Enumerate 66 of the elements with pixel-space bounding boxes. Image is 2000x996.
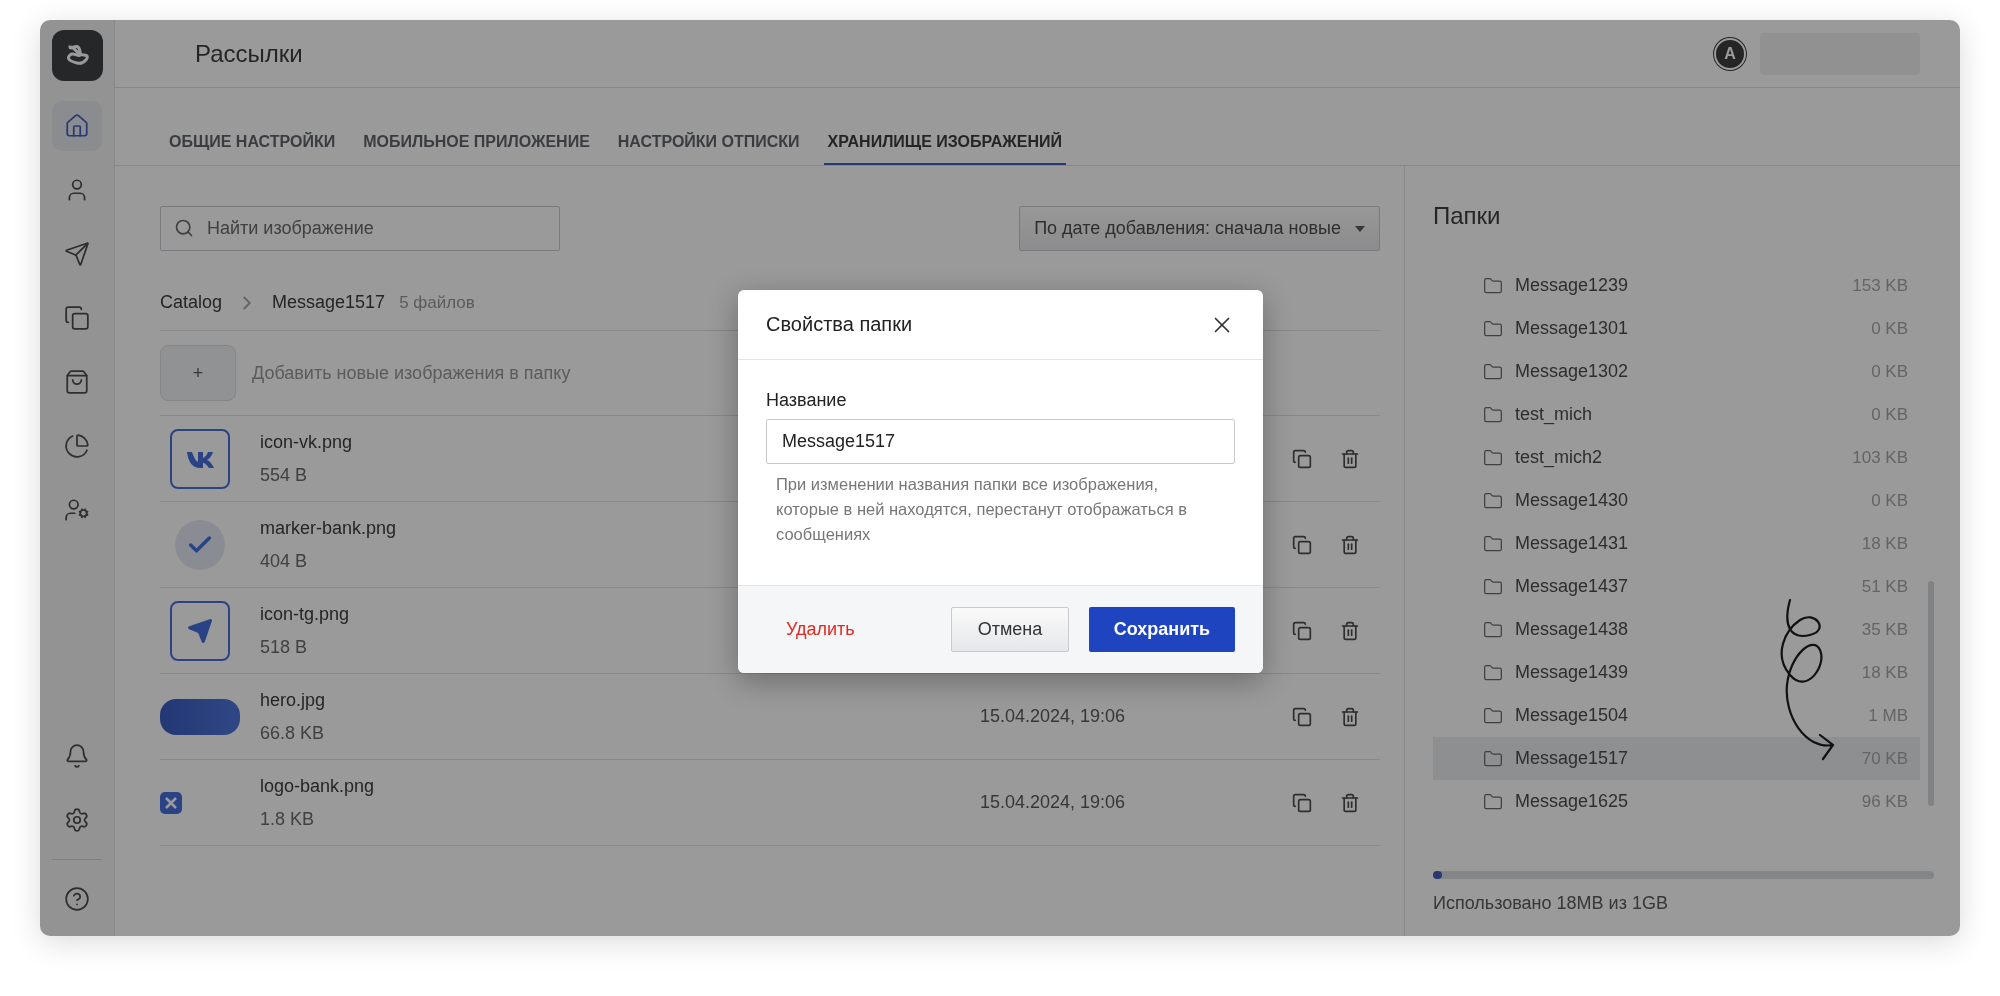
copy-icon[interactable] (1292, 448, 1312, 469)
folders-title: Папки (1433, 202, 1502, 230)
app-logo-icon (51, 30, 103, 81)
logo-icon (160, 791, 182, 814)
dialog-title: Свойства папки (766, 313, 913, 336)
copy-icon[interactable] (1292, 792, 1312, 813)
copy-icon[interactable] (1292, 706, 1312, 727)
add-images-button[interactable]: + (160, 345, 236, 401)
copy-icon[interactable] (1292, 534, 1312, 555)
trash-icon[interactable] (1340, 620, 1360, 641)
name-input-field[interactable]: Message1517 (766, 419, 1235, 464)
file-size: 518 B (260, 636, 308, 658)
file-name: marker-bank.png (260, 517, 397, 539)
tab[interactable]: НАСТРОЙКИ ОТПИСКИ (613, 133, 804, 165)
folder-icon (1483, 705, 1503, 726)
folder-icon (1483, 447, 1503, 468)
folder-icon (1483, 576, 1503, 597)
trash-icon[interactable] (1340, 792, 1360, 813)
trash-icon[interactable] (1340, 706, 1360, 727)
file-name: icon-vk.png (260, 431, 353, 453)
paper-plane-icon (170, 600, 230, 661)
delete-button[interactable]: Удалить (766, 609, 875, 650)
folder-icon (1483, 361, 1503, 382)
sort-dropdown[interactable]: По дате добавления: сначала новые (1019, 206, 1380, 251)
trash-icon[interactable] (1340, 534, 1360, 555)
folder-icon (1483, 275, 1503, 296)
breadcrumb-link[interactable]: Message1517 (272, 292, 386, 313)
folder-icon (1483, 490, 1503, 511)
folder-icon (1483, 662, 1503, 683)
tab[interactable]: ОБЩИЕ НАСТРОЙКИ (165, 133, 340, 165)
folder-icon (1483, 619, 1503, 640)
search-field[interactable]: Найти изображение (160, 206, 560, 251)
folder-icon (1483, 791, 1503, 812)
file-name: logo-bank.png (260, 775, 375, 797)
tab[interactable]: ХРАНИЛИЩЕ ИЗОБРАЖЕНИЙ (823, 133, 1067, 165)
file-size: 66.8 KB (260, 722, 325, 744)
checkmark-icon (175, 519, 225, 570)
add-images-label: Добавить новые изображения в папку (252, 362, 571, 384)
copy-icon[interactable] (1292, 620, 1312, 641)
folder-icon (1483, 533, 1503, 554)
folder-icon (1483, 404, 1503, 425)
file-name: icon-tg.png (260, 603, 350, 625)
file-date: 15.04.2024, 19:06 (980, 706, 1127, 727)
storage-usage: Использовано 18MB из 1GB (1433, 893, 1669, 914)
file-count: 5 файлов (399, 292, 475, 313)
caret-icon (1355, 225, 1365, 232)
home-icon[interactable] (52, 101, 102, 151)
avatar[interactable]: A (1714, 37, 1746, 70)
breadcrumb-link[interactable]: Catalog (160, 292, 223, 313)
file-size: 554 B (260, 464, 308, 486)
folder-icon (1483, 748, 1503, 769)
scrollbar[interactable] (1928, 581, 1934, 806)
file-date: 15.04.2024, 19:06 (980, 792, 1127, 813)
save-button[interactable]: Сохранить (1089, 607, 1235, 652)
hint-text: При изменении названия папки все изображения, которые в ней находятся, перестанут отображаться в сообщениях (775, 474, 1188, 545)
tab[interactable]: МОБИЛЬНОЕ ПРИЛОЖЕНИЕ (359, 133, 594, 165)
file-name: hero.jpg (260, 689, 326, 711)
file-size: 1.8 KB (260, 808, 315, 830)
cancel-button[interactable]: Отмена (951, 607, 1069, 652)
page-title: Рассылки (195, 39, 304, 68)
folder-icon (1483, 318, 1503, 339)
trash-icon[interactable] (1340, 448, 1360, 469)
logo-icon (170, 428, 230, 489)
field-label: Название (766, 390, 848, 411)
search-icon (174, 218, 194, 238)
file-size: 404 B (260, 550, 308, 572)
